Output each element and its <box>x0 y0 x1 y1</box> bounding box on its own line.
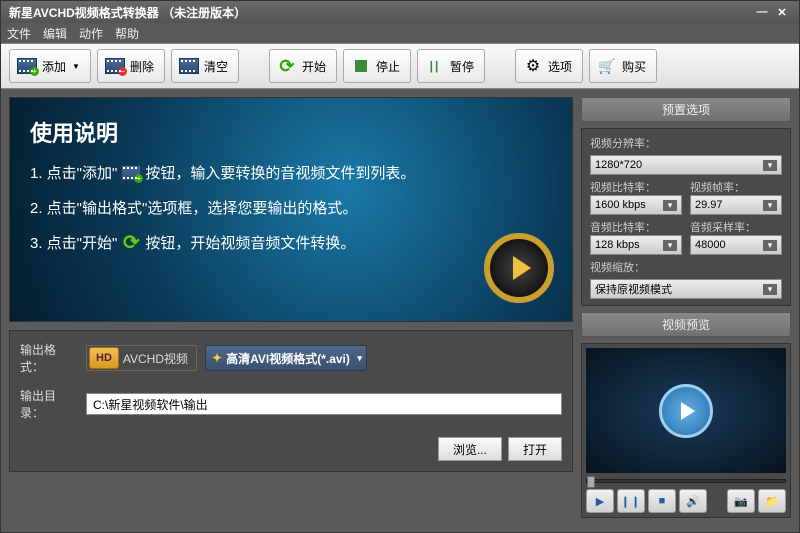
preview-panel-title: 视频预览 <box>581 312 791 337</box>
pause-button[interactable]: ❙❙ <box>617 489 645 513</box>
scale-label: 视频缩放： <box>590 259 782 275</box>
framerate-select[interactable]: 29.97 <box>690 195 782 215</box>
output-dir-label: 输出目录： <box>20 387 78 421</box>
volume-button[interactable]: 🔊 <box>679 489 707 513</box>
film-add-icon: + <box>16 55 38 77</box>
output-format-label: 输出格式： <box>20 341 78 375</box>
chevron-down-icon: ▼ <box>72 62 80 71</box>
instruction-step-1: 1. 点击"添加" + 按钮，输入要转换的音视频文件到列表。 <box>30 162 552 183</box>
instruction-step-2: 2. 点击"输出格式"选项框，选择您要输出的格式。 <box>30 197 552 218</box>
vbitrate-label: 视频比特率： <box>590 179 682 195</box>
format-select[interactable]: ✦ 高清AVI视频格式(*.avi) <box>205 345 367 371</box>
clear-button[interactable]: 清空 <box>171 49 239 83</box>
menu-file[interactable]: 文件 <box>7 25 31 42</box>
toolbar: + 添加▼ − 删除 清空 ⟳ 开始 停止 || 暂停 ⚙ 选项 � <box>1 43 799 89</box>
gear-icon: ⚙ <box>522 55 544 77</box>
presets-panel: 视频分辨率： 1280*720 视频比特率： 1600 kbps 视频帧率： 2… <box>581 128 791 306</box>
output-dir-input[interactable] <box>86 393 562 415</box>
hd-badge: HD <box>89 347 119 369</box>
framerate-label: 视频帧率： <box>690 179 782 195</box>
stop-button[interactable]: 停止 <box>343 49 411 83</box>
menu-action[interactable]: 动作 <box>79 25 103 42</box>
minimize-button[interactable]: — <box>753 5 771 19</box>
titlebar: 新星AVCHD视频格式转换器 （未注册版本） — ✕ <box>1 1 799 23</box>
buy-button[interactable]: 🛒 购买 <box>589 49 657 83</box>
samplerate-label: 音频采样率： <box>690 219 782 235</box>
preview-screen <box>586 348 786 473</box>
play-button[interactable]: ▶ <box>586 489 614 513</box>
pause-button[interactable]: || 暂停 <box>417 49 485 83</box>
video-preview-panel: ▶ ❙❙ ■ 🔊 📷 📁 <box>581 343 791 518</box>
seek-slider[interactable] <box>586 479 786 483</box>
film-add-icon: + <box>119 163 143 183</box>
stop-button[interactable]: ■ <box>648 489 676 513</box>
play-icon <box>659 384 713 438</box>
abitrate-label: 音频比特率： <box>590 219 682 235</box>
pause-icon: || <box>424 55 446 77</box>
add-button[interactable]: + 添加▼ <box>9 49 91 83</box>
open-button[interactable]: 打开 <box>508 437 562 461</box>
start-button[interactable]: ⟳ 开始 <box>269 49 337 83</box>
output-panel: 输出格式： HD AVCHD视频 ✦ 高清AVI视频格式(*.avi) 输出目录… <box>9 330 573 472</box>
presets-panel-title: 预置选项 <box>581 97 791 122</box>
resolution-select[interactable]: 1280*720 <box>590 155 782 175</box>
stop-icon <box>350 55 372 77</box>
delete-button[interactable]: − 删除 <box>97 49 165 83</box>
cart-icon: 🛒 <box>596 55 618 77</box>
instruction-step-3: 3. 点击"开始" ⟳ 按钮，开始视频音频文件转换。 <box>30 232 552 253</box>
refresh-icon: ⟳ <box>276 55 298 77</box>
vbitrate-select[interactable]: 1600 kbps <box>590 195 682 215</box>
instructions-title: 使用说明 <box>30 116 552 148</box>
resolution-label: 视频分辨率： <box>590 135 782 151</box>
film-delete-icon: − <box>104 55 126 77</box>
scale-select[interactable]: 保持原视频模式 <box>590 279 782 299</box>
menu-edit[interactable]: 编辑 <box>43 25 67 42</box>
samplerate-select[interactable]: 48000 <box>690 235 782 255</box>
close-button[interactable]: ✕ <box>773 5 791 19</box>
menu-help[interactable]: 帮助 <box>115 25 139 42</box>
instructions-panel: 使用说明 1. 点击"添加" + 按钮，输入要转换的音视频文件到列表。 2. 点… <box>9 97 573 322</box>
options-button[interactable]: ⚙ 选项 <box>515 49 583 83</box>
format-category[interactable]: HD AVCHD视频 <box>86 345 197 371</box>
refresh-icon: ⟳ <box>119 233 143 253</box>
snapshot-button[interactable]: 📷 <box>727 489 755 513</box>
browse-button[interactable]: 浏览... <box>438 437 502 461</box>
folder-button[interactable]: 📁 <box>758 489 786 513</box>
sparkle-icon: ✦ <box>212 351 222 365</box>
app-title: 新星AVCHD视频格式转换器 （未注册版本） <box>9 4 246 21</box>
menubar: 文件 编辑 动作 帮助 <box>1 23 799 43</box>
play-emblem-icon <box>484 233 554 303</box>
film-clear-icon <box>178 55 200 77</box>
abitrate-select[interactable]: 128 kbps <box>590 235 682 255</box>
